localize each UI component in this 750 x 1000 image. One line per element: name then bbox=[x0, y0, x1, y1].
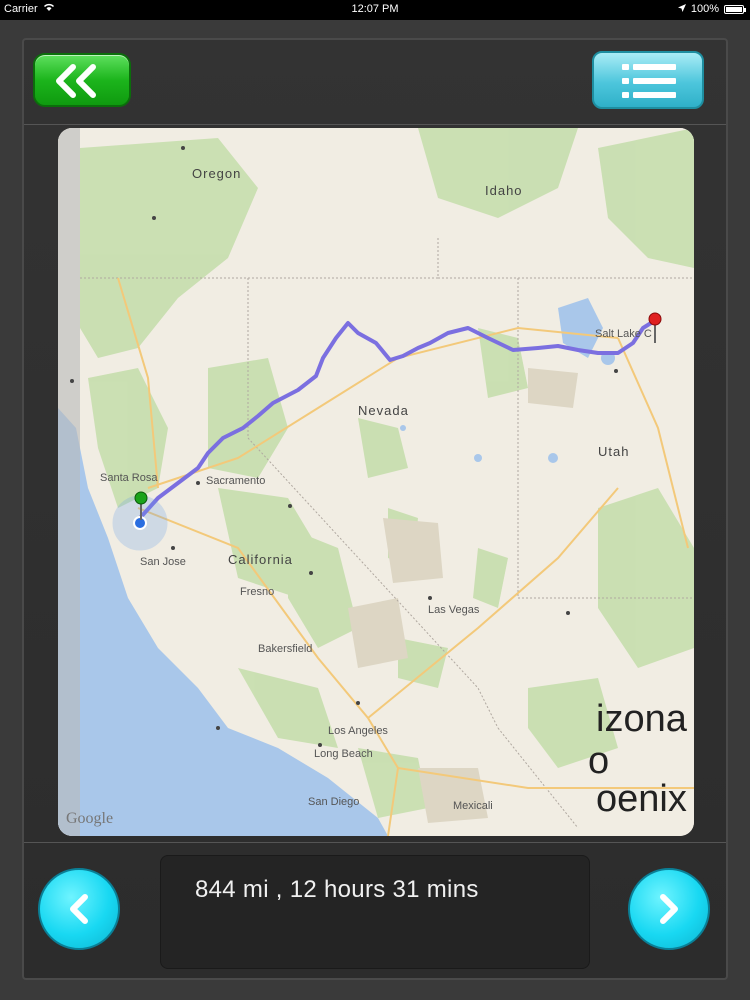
map-label-oregon: Oregon bbox=[192, 166, 242, 181]
map-label-arizona: izona bbox=[596, 698, 687, 740]
bottom-divider bbox=[24, 842, 726, 843]
map-label-utah: Utah bbox=[598, 444, 630, 459]
list-icon bbox=[622, 64, 676, 98]
map-label-bakersfield: Bakersfield bbox=[258, 643, 313, 655]
route-map[interactable]: Oregon Idaho Nevada Utah California Sacr… bbox=[58, 128, 694, 836]
map-label-california: California bbox=[228, 552, 293, 567]
map-label-los-angeles: Los Angeles bbox=[328, 725, 388, 737]
map-label-phoenix: oenix bbox=[596, 778, 687, 820]
location-arrow-icon bbox=[677, 3, 686, 15]
route-summary-box: 844 mi , 12 hours 31 mins bbox=[160, 855, 590, 969]
map-label-phoenix-line1: o bbox=[588, 740, 610, 782]
next-step-button[interactable] bbox=[628, 868, 710, 950]
map-label-santa-rosa: Santa Rosa bbox=[100, 472, 158, 484]
battery-icon bbox=[724, 4, 746, 14]
map-label-san-jose: San Jose bbox=[140, 556, 186, 568]
route-summary-text: 844 mi , 12 hours 31 mins bbox=[195, 876, 479, 903]
map-label-long-beach: Long Beach bbox=[314, 748, 373, 760]
map-label-fresno: Fresno bbox=[240, 586, 275, 598]
map-label-idaho: Idaho bbox=[485, 183, 523, 198]
double-chevron-left-icon bbox=[56, 64, 96, 98]
back-button[interactable] bbox=[33, 53, 131, 107]
route-list-button[interactable] bbox=[592, 51, 704, 109]
map-label-las-vegas: Las Vegas bbox=[428, 604, 480, 616]
google-attribution: Google bbox=[66, 810, 114, 827]
map-label-san-diego: San Diego bbox=[308, 796, 360, 808]
clock: 12:07 PM bbox=[351, 3, 399, 15]
map-label-nevada: Nevada bbox=[358, 403, 409, 418]
chevron-right-icon bbox=[660, 894, 678, 924]
chevron-left-icon bbox=[70, 894, 88, 924]
previous-step-button[interactable] bbox=[38, 868, 120, 950]
toolbar-divider bbox=[24, 124, 726, 125]
battery-percent: 100% bbox=[690, 3, 719, 15]
status-bar: Carrier 12:07 PM 100% bbox=[0, 0, 750, 20]
map-label-mexicali: Mexicali bbox=[453, 800, 493, 812]
map-label-salt-lake-city: Salt Lake C bbox=[595, 328, 652, 340]
map-label-sacramento: Sacramento bbox=[206, 475, 266, 487]
map-edge-shade bbox=[58, 128, 80, 836]
